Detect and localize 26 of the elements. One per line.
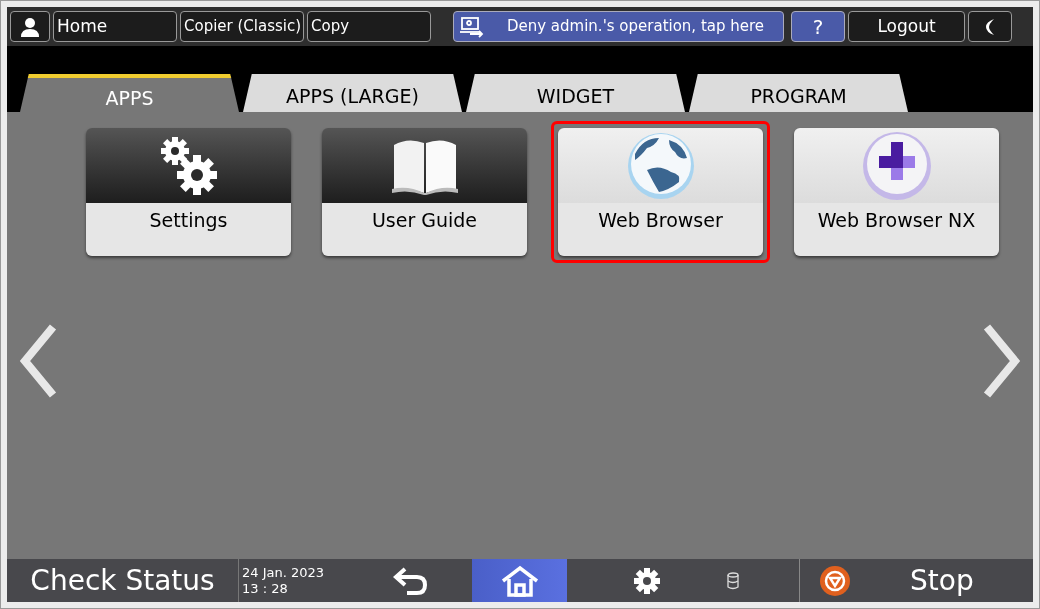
user-button[interactable] [10, 11, 50, 42]
tab[interactable]: WIDGET [466, 74, 685, 112]
logout-button[interactable]: Logout [848, 11, 965, 42]
help-button[interactable]: ? [791, 11, 845, 42]
stop-icon [820, 565, 850, 596]
storage-icon [727, 571, 739, 590]
gear-icon [633, 566, 661, 595]
home-nav-button[interactable] [472, 559, 567, 602]
check-status-button[interactable]: Check Status [7, 559, 238, 602]
stop-button[interactable]: Stop [800, 559, 1033, 602]
tab[interactable]: APPS [20, 74, 239, 112]
house-icon [500, 564, 539, 597]
moon-icon [984, 17, 996, 36]
home-button[interactable]: Home [53, 11, 177, 42]
plus-blocks-icon [860, 129, 933, 202]
breadcrumb-button[interactable]: Copier (Classic) [180, 11, 304, 42]
time-text: 13 : 28 [242, 580, 289, 597]
date-text: 24 Jan. 2023 [242, 564, 326, 581]
tab[interactable]: PROGRAM [689, 74, 908, 112]
breadcrumb-button[interactable]: Copy [307, 11, 431, 42]
person-icon [21, 16, 39, 37]
monitor-arrows-icon [460, 15, 486, 38]
tab[interactable]: APPS (LARGE) [243, 74, 462, 112]
notice-button[interactable]: Deny admin.'s operation, tap here [453, 11, 784, 42]
back-arrow-icon [392, 566, 429, 595]
sleep-button[interactable] [968, 11, 1012, 42]
